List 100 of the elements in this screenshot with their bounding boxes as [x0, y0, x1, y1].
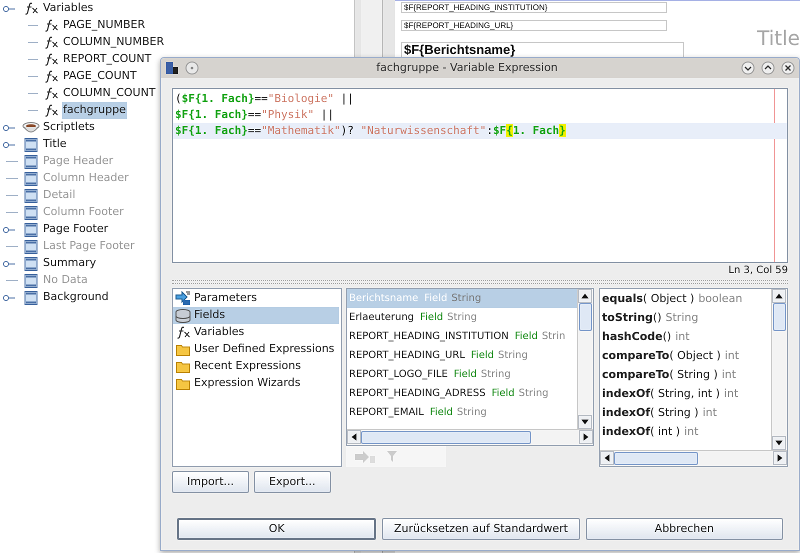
tree-item[interactable]: Title	[42, 136, 68, 153]
code-token: ||	[320, 108, 334, 121]
code-token: $F	[492, 124, 506, 137]
expander-icon[interactable]	[3, 124, 15, 132]
tree-item[interactable]: Page Footer	[42, 221, 110, 238]
code-token: )?	[340, 124, 355, 137]
folder-icon	[176, 378, 190, 390]
band-icon	[24, 188, 38, 202]
tree-item[interactable]: Variables	[42, 0, 94, 17]
field-item[interactable]: REPORT_LOGO_FILE Field String	[347, 365, 577, 384]
band-label: Title	[757, 25, 800, 52]
code-token: $F{1. Fach}	[175, 108, 248, 121]
code-token: 1. Fach	[512, 124, 560, 137]
method-item[interactable]: indexOf( String ) int	[600, 404, 771, 423]
folder-icon	[176, 344, 190, 356]
code-editor[interactable]: ($F{1. Fach}=="Biologie" || $F{1. Fach}=="Physik" || $F{1. Fach}=="Mathematik")? "Naturwissenschaft":$F{1. Fach}	[172, 88, 788, 263]
tree-item[interactable]: COLUMN_NUMBER	[62, 34, 166, 51]
code-token: ||	[340, 92, 354, 105]
function-icon	[176, 326, 190, 339]
vertical-scrollbar[interactable]	[771, 289, 787, 450]
field-item[interactable]: REPORT_EMAIL Field String	[347, 403, 577, 422]
maximize-icon[interactable]	[761, 61, 775, 75]
tree-item[interactable]: PAGE_COUNT	[62, 68, 138, 85]
field-item[interactable]: REPORT_HEADING_INSTITUTION Field Strin	[347, 327, 577, 346]
field-item[interactable]: Erlaeuterung Field String	[347, 308, 577, 327]
band-icon	[24, 256, 38, 270]
tree-item[interactable]: fachgruppe	[62, 102, 127, 119]
band-icon	[24, 222, 38, 236]
method-item[interactable]: compareTo( Object ) int	[600, 347, 771, 366]
band-icon	[24, 172, 38, 186]
scrollbar-thumb[interactable]	[614, 452, 698, 465]
category-item[interactable]: Expression Wizards	[173, 375, 339, 392]
category-item[interactable]: Recent Expressions	[173, 358, 339, 375]
method-item[interactable]: toString() String	[600, 309, 771, 328]
method-item[interactable]: indexOf( String, int ) int	[600, 385, 771, 404]
method-item[interactable]: indexOf( int ) int	[600, 423, 771, 442]
dialog-button[interactable]: Abbrechen	[586, 518, 783, 540]
side-button[interactable]: Import...	[172, 471, 249, 493]
category-item[interactable]: Fields	[173, 307, 339, 324]
tree-item[interactable]: COLUMN_COUNT	[62, 85, 157, 102]
scrollbar-thumb[interactable]	[361, 431, 531, 444]
function-icon	[44, 19, 58, 32]
band-icon	[24, 206, 38, 220]
bracket-match: {	[506, 124, 513, 137]
function-icon	[44, 104, 58, 117]
vertical-scrollbar[interactable]	[577, 289, 593, 429]
add-field-icon[interactable]	[354, 450, 376, 464]
code-token: ==	[254, 92, 268, 105]
function-icon	[44, 53, 58, 66]
function-icon	[24, 2, 38, 15]
minimize-icon[interactable]	[741, 61, 755, 75]
horizontal-scrollbar[interactable]	[600, 450, 787, 466]
code-token: ==	[248, 124, 262, 137]
function-icon	[44, 70, 58, 83]
scrollbar-thumb[interactable]	[773, 303, 786, 331]
code-token: "Mathematik"	[261, 124, 341, 137]
expander-icon[interactable]	[3, 140, 15, 148]
function-icon	[44, 87, 58, 100]
scrollbar-thumb[interactable]	[579, 303, 592, 331]
bracket-match: }	[559, 124, 566, 137]
category-item[interactable]: Variables	[173, 324, 339, 341]
code-token: "Naturwissenschaft"	[360, 124, 486, 137]
expander-icon[interactable]	[3, 294, 15, 302]
band-icon	[24, 240, 38, 254]
cup-icon	[22, 120, 40, 134]
expander-icon[interactable]	[3, 226, 15, 234]
tree-item[interactable]: PAGE_NUMBER	[62, 17, 146, 34]
code-token: "Biologie"	[268, 92, 334, 105]
code-token: $F{1. Fach}	[175, 124, 248, 137]
method-item[interactable]: compareTo( String ) int	[600, 366, 771, 385]
database-icon	[175, 308, 191, 322]
band-icon	[24, 138, 38, 152]
side-button[interactable]: Export...	[254, 471, 330, 493]
code-token: (	[175, 92, 182, 105]
dialog-button[interactable]: OK	[177, 518, 376, 540]
category-item[interactable]: Parameters	[173, 290, 339, 307]
window-title: fachgruppe - Variable Expression	[375, 60, 559, 76]
app-icon	[165, 61, 179, 75]
band-icon	[24, 274, 38, 288]
close-icon[interactable]	[781, 61, 795, 75]
field-item[interactable]: REPORT_HEADING_URL Field String	[347, 346, 577, 365]
parameters-icon	[175, 291, 191, 306]
method-item[interactable]: hashCode() int	[600, 328, 771, 347]
tree-item[interactable]: Background	[42, 289, 110, 306]
code-token: $F{1. Fach}	[182, 92, 254, 105]
code-token: ==	[248, 108, 262, 121]
expander-icon[interactable]	[3, 260, 15, 268]
code-token: :	[486, 124, 493, 137]
method-item[interactable]: equals( Object ) boolean	[600, 290, 771, 309]
code-token: "Physik"	[261, 108, 314, 121]
expander-icon[interactable]	[3, 4, 15, 12]
dialog-button[interactable]: Zurücksetzen auf Standardwert	[382, 518, 580, 540]
band-icon	[24, 290, 38, 304]
function-icon	[44, 36, 58, 49]
category-item[interactable]: User Defined Expressions	[173, 341, 339, 358]
tree-item[interactable]: REPORT_COUNT	[62, 51, 152, 68]
tree-item[interactable]: Scriptlets	[42, 119, 96, 136]
tree-item[interactable]: Summary	[42, 255, 98, 272]
field-item[interactable]: REPORT_HEADING_ADRESS Field String	[347, 384, 577, 403]
horizontal-scrollbar[interactable]	[347, 429, 593, 445]
